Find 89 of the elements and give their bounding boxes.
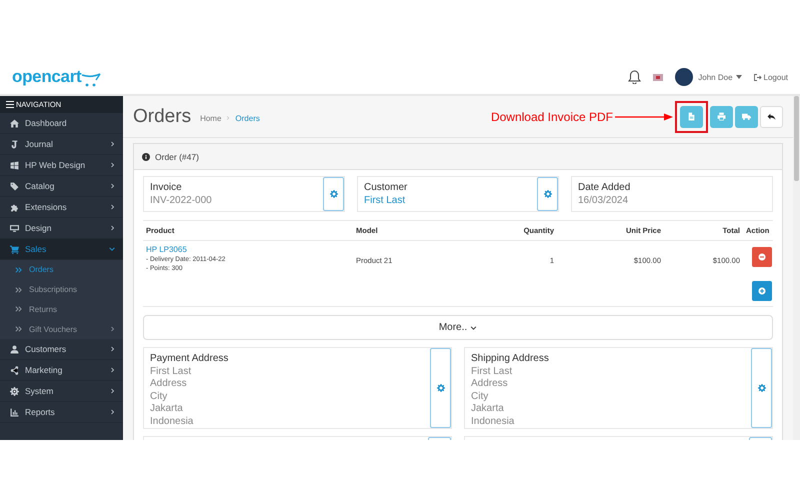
chevron-right-icon [110,162,115,168]
chevron-right-icon [110,141,115,147]
settings-icon [330,190,338,198]
breadcrumb-link[interactable]: Home [200,114,222,122]
annotation-arrow [615,112,673,120]
nav-subitem[interactable]: Gift Vouchers [0,319,123,340]
share-icon [10,366,19,375]
monitor-icon [10,224,19,232]
bell-icon[interactable] [628,70,642,84]
cart-swoosh-icon [81,73,102,87]
chevron-right-icon [110,183,115,189]
double-chevron-icon [15,266,22,273]
remove-button[interactable] [752,247,772,267]
address-line: Indonesia [471,416,516,426]
chevron-right-icon [110,204,115,210]
reply-arrow-icon [767,112,776,121]
minus-circle-icon [758,253,766,261]
add-button[interactable] [752,281,772,301]
field-label: Invoice [150,182,183,193]
info-circle-icon [142,152,150,160]
more-button[interactable]: More.. [143,315,773,340]
print-button[interactable] [710,106,733,128]
address-line: Address [471,378,509,389]
address-line: City [150,390,168,402]
address-line: First Last [150,366,192,376]
chevron-right-icon [110,225,115,231]
settings-button[interactable] [751,348,772,428]
card-title: Order (#47) [155,152,199,162]
invoice-button[interactable] [680,106,703,128]
chevron-right-icon [226,115,230,121]
field-value: INV-2022-000 [150,195,213,206]
scrollbar-thumb[interactable] [794,96,799,181]
nav-subitem[interactable]: Orders [0,260,123,280]
address-line: Jakarta [150,403,184,414]
double-chevron-icon [15,286,22,293]
double-chevron-icon [15,306,22,312]
logout-icon [754,74,762,80]
product-link[interactable]: HP LP3065 [146,245,187,254]
avatar [675,68,694,86]
address-line: Indonesia [150,416,194,426]
address-line: Address [150,378,188,389]
chevron-down-icon [109,246,115,252]
settings-icon [544,190,552,198]
menu-icon [6,101,14,108]
field-value: 16/03/2024 [578,195,630,206]
home-icon [10,118,19,128]
annotation-label: Download Invoice PDF [490,110,613,124]
puzzle-icon [10,202,19,212]
logout-link[interactable]: Logout [754,72,788,82]
chevron-right-icon [110,346,115,352]
tag-icon [10,182,19,190]
windows-icon [10,160,19,170]
nav-item[interactable]: Sales [0,239,123,260]
user-menu[interactable]: John Doe [698,72,742,82]
chevron-right-icon [110,326,115,332]
flag-icon [653,74,664,80]
settings-icon [758,384,766,392]
settings-button[interactable] [537,177,558,211]
j-letter-icon [10,140,19,148]
page-title: Orders [133,106,192,128]
customer-link[interactable]: First Last [364,195,531,206]
printer-icon [717,112,726,121]
user-icon [10,344,19,354]
address-line: First Last [471,366,514,376]
chevron-down-icon [470,324,478,330]
truck-icon [742,112,751,121]
plus-circle-icon [758,287,766,295]
cart-icon [10,244,19,254]
address-title: Payment Address [150,353,230,364]
gear-icon [10,386,19,396]
file-icon [687,112,696,121]
nav-subitem[interactable]: Returns [0,300,123,320]
nav-subitem[interactable]: Subscriptions [0,280,123,300]
chevron-right-icon [110,388,115,394]
breadcrumb-link[interactable]: Orders [235,114,260,122]
bar-chart-icon [10,408,19,417]
address-line: City [471,390,490,402]
address-line: Jakarta [471,403,505,414]
chevron-right-icon [110,367,115,374]
field-label: Date Added [578,182,632,193]
back-button[interactable] [760,106,783,128]
settings-icon [436,384,444,392]
caret-icon [736,75,742,79]
chevron-right-icon [110,409,115,416]
field-label: Customer [364,182,408,193]
double-chevron-icon [15,326,22,332]
settings-button[interactable] [430,348,451,428]
settings-button[interactable] [323,177,344,211]
address-title: Shipping Address [471,353,550,364]
